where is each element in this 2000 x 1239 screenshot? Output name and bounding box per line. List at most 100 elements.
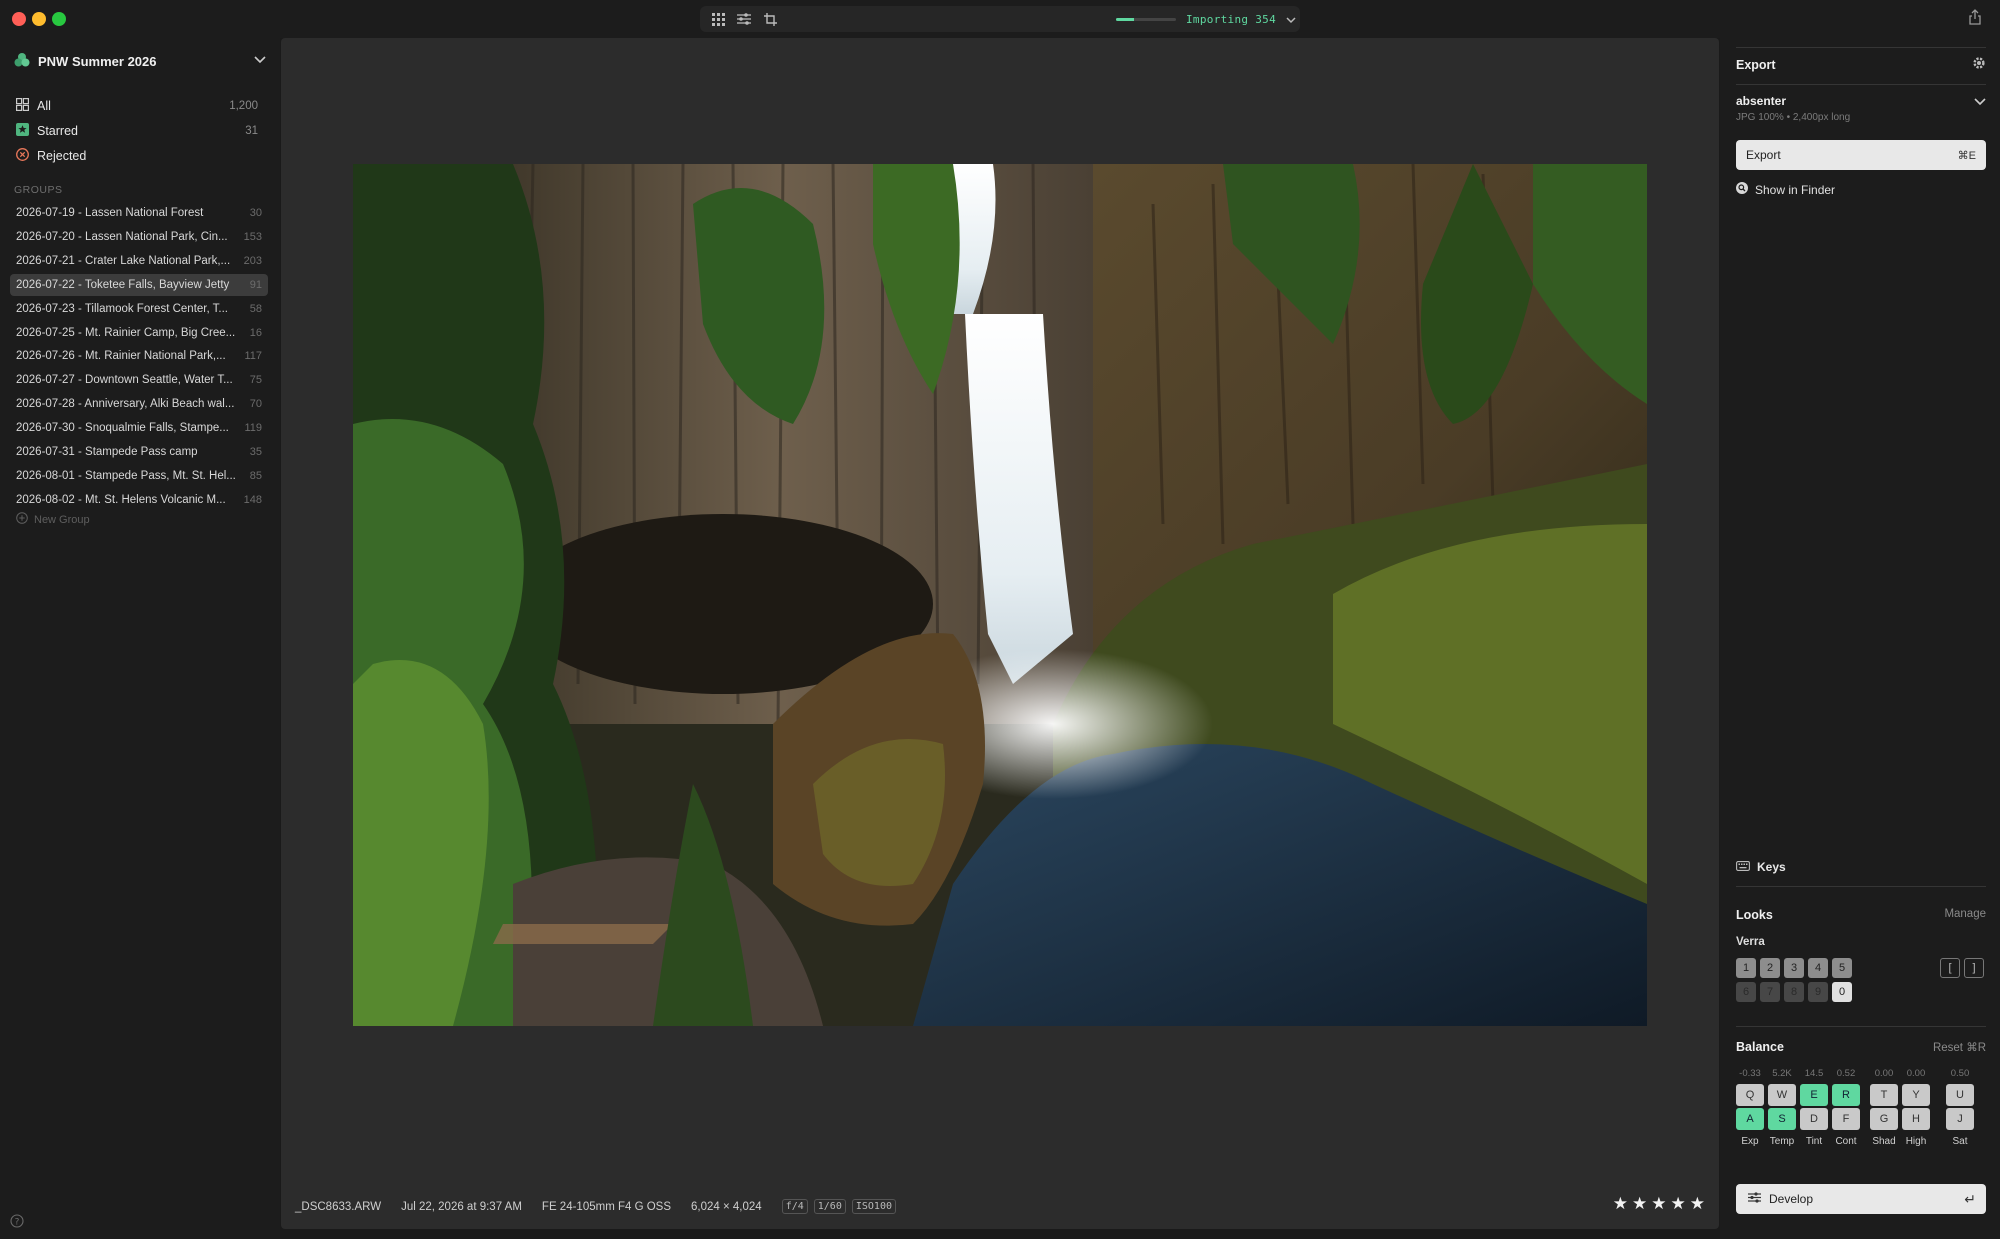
group-item-count: 70 — [249, 398, 262, 411]
nav-item-all[interactable]: All 1,200 — [10, 94, 266, 118]
grid-view-icon[interactable] — [708, 9, 728, 29]
group-item[interactable]: 2026-07-31 - Stampede Pass camp 35 — [10, 441, 268, 463]
group-item-label: 2026-07-26 - Mt. Rainier National Park,.… — [16, 350, 226, 363]
look-key-8[interactable]: 8 — [1784, 982, 1804, 1002]
divider — [1736, 886, 1986, 887]
group-item-label: 2026-07-19 - Lassen National Forest — [16, 207, 204, 219]
look-key-4[interactable]: 4 — [1808, 958, 1828, 978]
balance-increase-exp-key[interactable]: Q — [1736, 1084, 1764, 1106]
chevron-down-icon[interactable] — [1974, 94, 1986, 109]
look-key-6[interactable]: 6 — [1736, 982, 1756, 1002]
show-in-finder-link[interactable]: Show in Finder — [1736, 182, 1835, 197]
group-item[interactable]: 2026-07-26 - Mt. Rainier National Park,.… — [10, 345, 268, 367]
balance-increase-high-key[interactable]: Y — [1902, 1084, 1930, 1106]
group-item-count: 85 — [249, 469, 262, 482]
look-key-2[interactable]: 2 — [1760, 958, 1780, 978]
group-item[interactable]: 2026-07-30 - Snoqualmie Falls, Stampe...… — [10, 417, 268, 439]
nav-item-count: 31 — [245, 125, 258, 137]
group-item[interactable]: 2026-07-20 - Lassen National Park, Cin..… — [10, 226, 268, 248]
minimize-window-button[interactable] — [32, 12, 46, 26]
import-status[interactable]: Importing 354 — [1116, 6, 1296, 32]
zoom-window-button[interactable] — [52, 12, 66, 26]
group-item[interactable]: 2026-08-02 - Mt. St. Helens Volcanic M..… — [10, 489, 268, 511]
group-item[interactable]: 2026-07-23 - Tillamook Forest Center, T.… — [10, 298, 268, 320]
look-key-5[interactable]: 5 — [1832, 958, 1852, 978]
balance-decrease-tint-key[interactable]: D — [1800, 1108, 1828, 1130]
show-in-finder-label: Show in Finder — [1755, 182, 1836, 197]
group-item[interactable]: 2026-08-01 - Stampede Pass, Mt. St. Hel.… — [10, 465, 268, 487]
balance-decrease-temp-key[interactable]: S — [1768, 1108, 1796, 1130]
library-selector[interactable]: PNW Summer 2026 — [14, 46, 266, 76]
look-key-1[interactable]: 1 — [1736, 958, 1756, 978]
group-item-label: 2026-07-30 - Snoqualmie Falls, Stampe... — [16, 422, 229, 435]
look-key-0[interactable]: 0 — [1832, 982, 1852, 1002]
group-item[interactable]: 2026-07-19 - Lassen National Forest 30 — [10, 202, 268, 224]
nav-item-rejected[interactable]: Rejected — [10, 144, 266, 168]
balance-increase-cont-key[interactable]: R — [1832, 1084, 1860, 1106]
balance-decrease-sat-key[interactable]: J — [1946, 1108, 1974, 1130]
crop-icon[interactable] — [760, 9, 780, 29]
keys-toggle[interactable]: Keys — [1736, 860, 1786, 874]
group-item[interactable]: 2026-07-22 - Toketee Falls, Bayview Jett… — [10, 273, 268, 296]
group-item-label: 2026-07-31 - Stampede Pass camp — [16, 446, 198, 458]
star-icon[interactable]: ★ — [1690, 1194, 1705, 1214]
balance-label-temp: Temp — [1769, 1136, 1795, 1147]
balance-decrease-shad-key[interactable]: G — [1870, 1108, 1898, 1130]
plus-circle-icon — [16, 512, 28, 527]
main-photo[interactable] — [353, 164, 1647, 1026]
manage-looks-link[interactable]: Manage — [1944, 908, 1986, 920]
star-icon[interactable]: ★ — [1671, 1194, 1686, 1214]
star-icon[interactable]: ★ — [1613, 1194, 1628, 1214]
gear-icon[interactable] — [1972, 56, 1986, 73]
looks-section-title: Looks — [1736, 908, 1773, 922]
look-key-7[interactable]: 7 — [1760, 982, 1780, 1002]
photo-metadata: _DSC8633.ARW Jul 22, 2026 at 9:37 AM FE … — [295, 1199, 896, 1214]
library-logo-icon — [14, 52, 30, 71]
next-look-key[interactable]: ] — [1964, 958, 1984, 978]
group-item[interactable]: 2026-07-27 - Downtown Seattle, Water T..… — [10, 369, 268, 391]
balance-increase-shad-key[interactable]: T — [1870, 1084, 1898, 1106]
close-window-button[interactable] — [12, 12, 26, 26]
balance-decrease-exp-key[interactable]: A — [1736, 1108, 1764, 1130]
nav-item-starred[interactable]: Starred 31 — [10, 119, 266, 143]
look-key-3[interactable]: 3 — [1784, 958, 1804, 978]
previous-look-key[interactable]: [ — [1940, 958, 1960, 978]
balance-value-high: 0.00 — [1906, 1068, 1926, 1079]
star-icon[interactable]: ★ — [1651, 1194, 1666, 1214]
new-group-button[interactable]: New Group — [16, 512, 90, 527]
share-icon[interactable] — [1968, 9, 1988, 29]
group-item-count: 203 — [243, 254, 262, 267]
star-icon[interactable]: ★ — [1632, 1194, 1647, 1214]
group-item-count: 75 — [249, 374, 262, 387]
exif-badges: f/4 1/60 ISO100 — [781, 1199, 896, 1214]
sidebar: PNW Summer 2026 All 1,200 Starred 31 Rej… — [0, 38, 280, 1239]
develop-button[interactable]: Develop ↵ — [1736, 1184, 1986, 1214]
keys-label: Keys — [1757, 860, 1786, 874]
balance-increase-temp-key[interactable]: W — [1768, 1084, 1796, 1106]
balance-decrease-high-key[interactable]: H — [1902, 1108, 1930, 1130]
nav-item-label: All — [37, 99, 51, 113]
divider — [1736, 47, 1986, 48]
chevron-down-icon[interactable] — [254, 52, 266, 67]
grid-icon — [16, 98, 30, 114]
group-item-count: 16 — [249, 326, 262, 339]
group-item[interactable]: 2026-07-21 - Crater Lake National Park,.… — [10, 250, 268, 272]
balance-label-tint: Tint — [1805, 1136, 1823, 1147]
balance-decrease-cont-key[interactable]: F — [1832, 1108, 1860, 1130]
group-item[interactable]: 2026-07-28 - Anniversary, Alki Beach wal… — [10, 393, 268, 415]
help-icon[interactable]: ? — [10, 1214, 24, 1231]
balance-label-shad: Shad — [1872, 1136, 1896, 1147]
group-item-label: 2026-07-25 - Mt. Rainier Camp, Big Cree.… — [16, 326, 236, 339]
adjustments-icon[interactable] — [734, 9, 754, 29]
star-rating[interactable]: ★ ★ ★ ★ ★ — [1613, 1194, 1705, 1214]
balance-increase-sat-key[interactable]: U — [1946, 1084, 1974, 1106]
balance-reset-button[interactable]: Reset ⌘R — [1933, 1040, 1986, 1054]
chevron-down-icon[interactable] — [1286, 12, 1296, 27]
group-item[interactable]: 2026-07-25 - Mt. Rainier Camp, Big Cree.… — [10, 322, 268, 344]
adjustments-icon — [1748, 1192, 1761, 1206]
look-key-9[interactable]: 9 — [1808, 982, 1828, 1002]
balance-increase-tint-key[interactable]: E — [1800, 1084, 1828, 1106]
export-preset-name[interactable]: absenter — [1736, 94, 1786, 108]
export-button[interactable]: Export ⌘E — [1736, 140, 1986, 170]
divider — [1736, 1026, 1986, 1027]
